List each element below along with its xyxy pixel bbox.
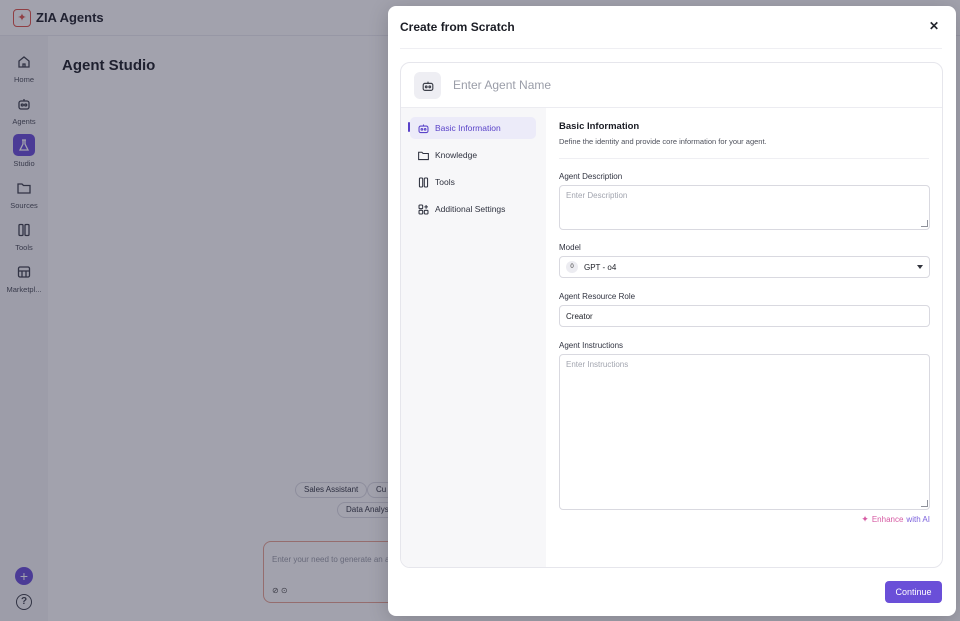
robot-icon[interactable] xyxy=(414,72,441,99)
instructions-textarea[interactable] xyxy=(559,354,930,510)
sidebar-item-knowledge[interactable]: Knowledge xyxy=(410,144,536,166)
resource-role-label: Agent Resource Role xyxy=(559,292,636,301)
sidebar-item-label: Knowledge xyxy=(435,150,478,160)
basic-information-panel: Basic Information Define the identity an… xyxy=(558,108,930,567)
divider xyxy=(400,48,942,49)
model-label: Model xyxy=(559,243,581,252)
agent-name-input[interactable] xyxy=(453,74,753,96)
sidebar-item-label: Additional Settings xyxy=(435,204,506,214)
create-agent-modal: Create from Scratch ✕ Basic Information … xyxy=(388,6,956,616)
close-icon[interactable]: ✕ xyxy=(928,20,940,32)
robot-icon xyxy=(417,122,430,135)
model-value: GPT - o4 xyxy=(584,262,617,272)
model-badge: 0 xyxy=(566,261,578,273)
sidebar-item-label: Basic Information xyxy=(435,123,501,133)
continue-button[interactable]: Continue xyxy=(885,581,942,603)
description-textarea[interactable] xyxy=(559,185,930,230)
model-select[interactable]: 0 GPT - o4 xyxy=(559,256,930,278)
chevron-down-icon xyxy=(917,265,923,269)
sidebar-item-basic-information[interactable]: Basic Information xyxy=(410,117,536,139)
section-subtitle: Define the identity and provide core inf… xyxy=(559,137,767,146)
resource-role-input[interactable] xyxy=(559,305,930,327)
folder-icon xyxy=(417,149,430,162)
description-label: Agent Description xyxy=(559,172,623,181)
modal-title: Create from Scratch xyxy=(400,20,515,34)
sparkle-icon: ✦ xyxy=(861,514,869,524)
instructions-label: Agent Instructions xyxy=(559,341,624,350)
sidebar-item-tools[interactable]: Tools xyxy=(410,171,536,193)
resize-handle-icon[interactable] xyxy=(921,500,928,507)
tools-icon xyxy=(417,176,430,189)
section-title: Basic Information xyxy=(559,121,640,132)
agent-form-card: Basic Information Knowledge Tools Additi… xyxy=(400,62,943,568)
sidebar-item-additional-settings[interactable]: Additional Settings xyxy=(410,198,536,220)
sidebar-item-label: Tools xyxy=(435,177,455,187)
agent-name-header xyxy=(401,63,942,108)
divider xyxy=(559,158,929,159)
form-sidebar: Basic Information Knowledge Tools Additi… xyxy=(401,108,546,567)
enhance-with-ai-button[interactable]: ✦ Enhance with AI xyxy=(861,514,930,525)
settings-grid-icon xyxy=(417,203,430,216)
resize-handle-icon[interactable] xyxy=(921,220,928,227)
